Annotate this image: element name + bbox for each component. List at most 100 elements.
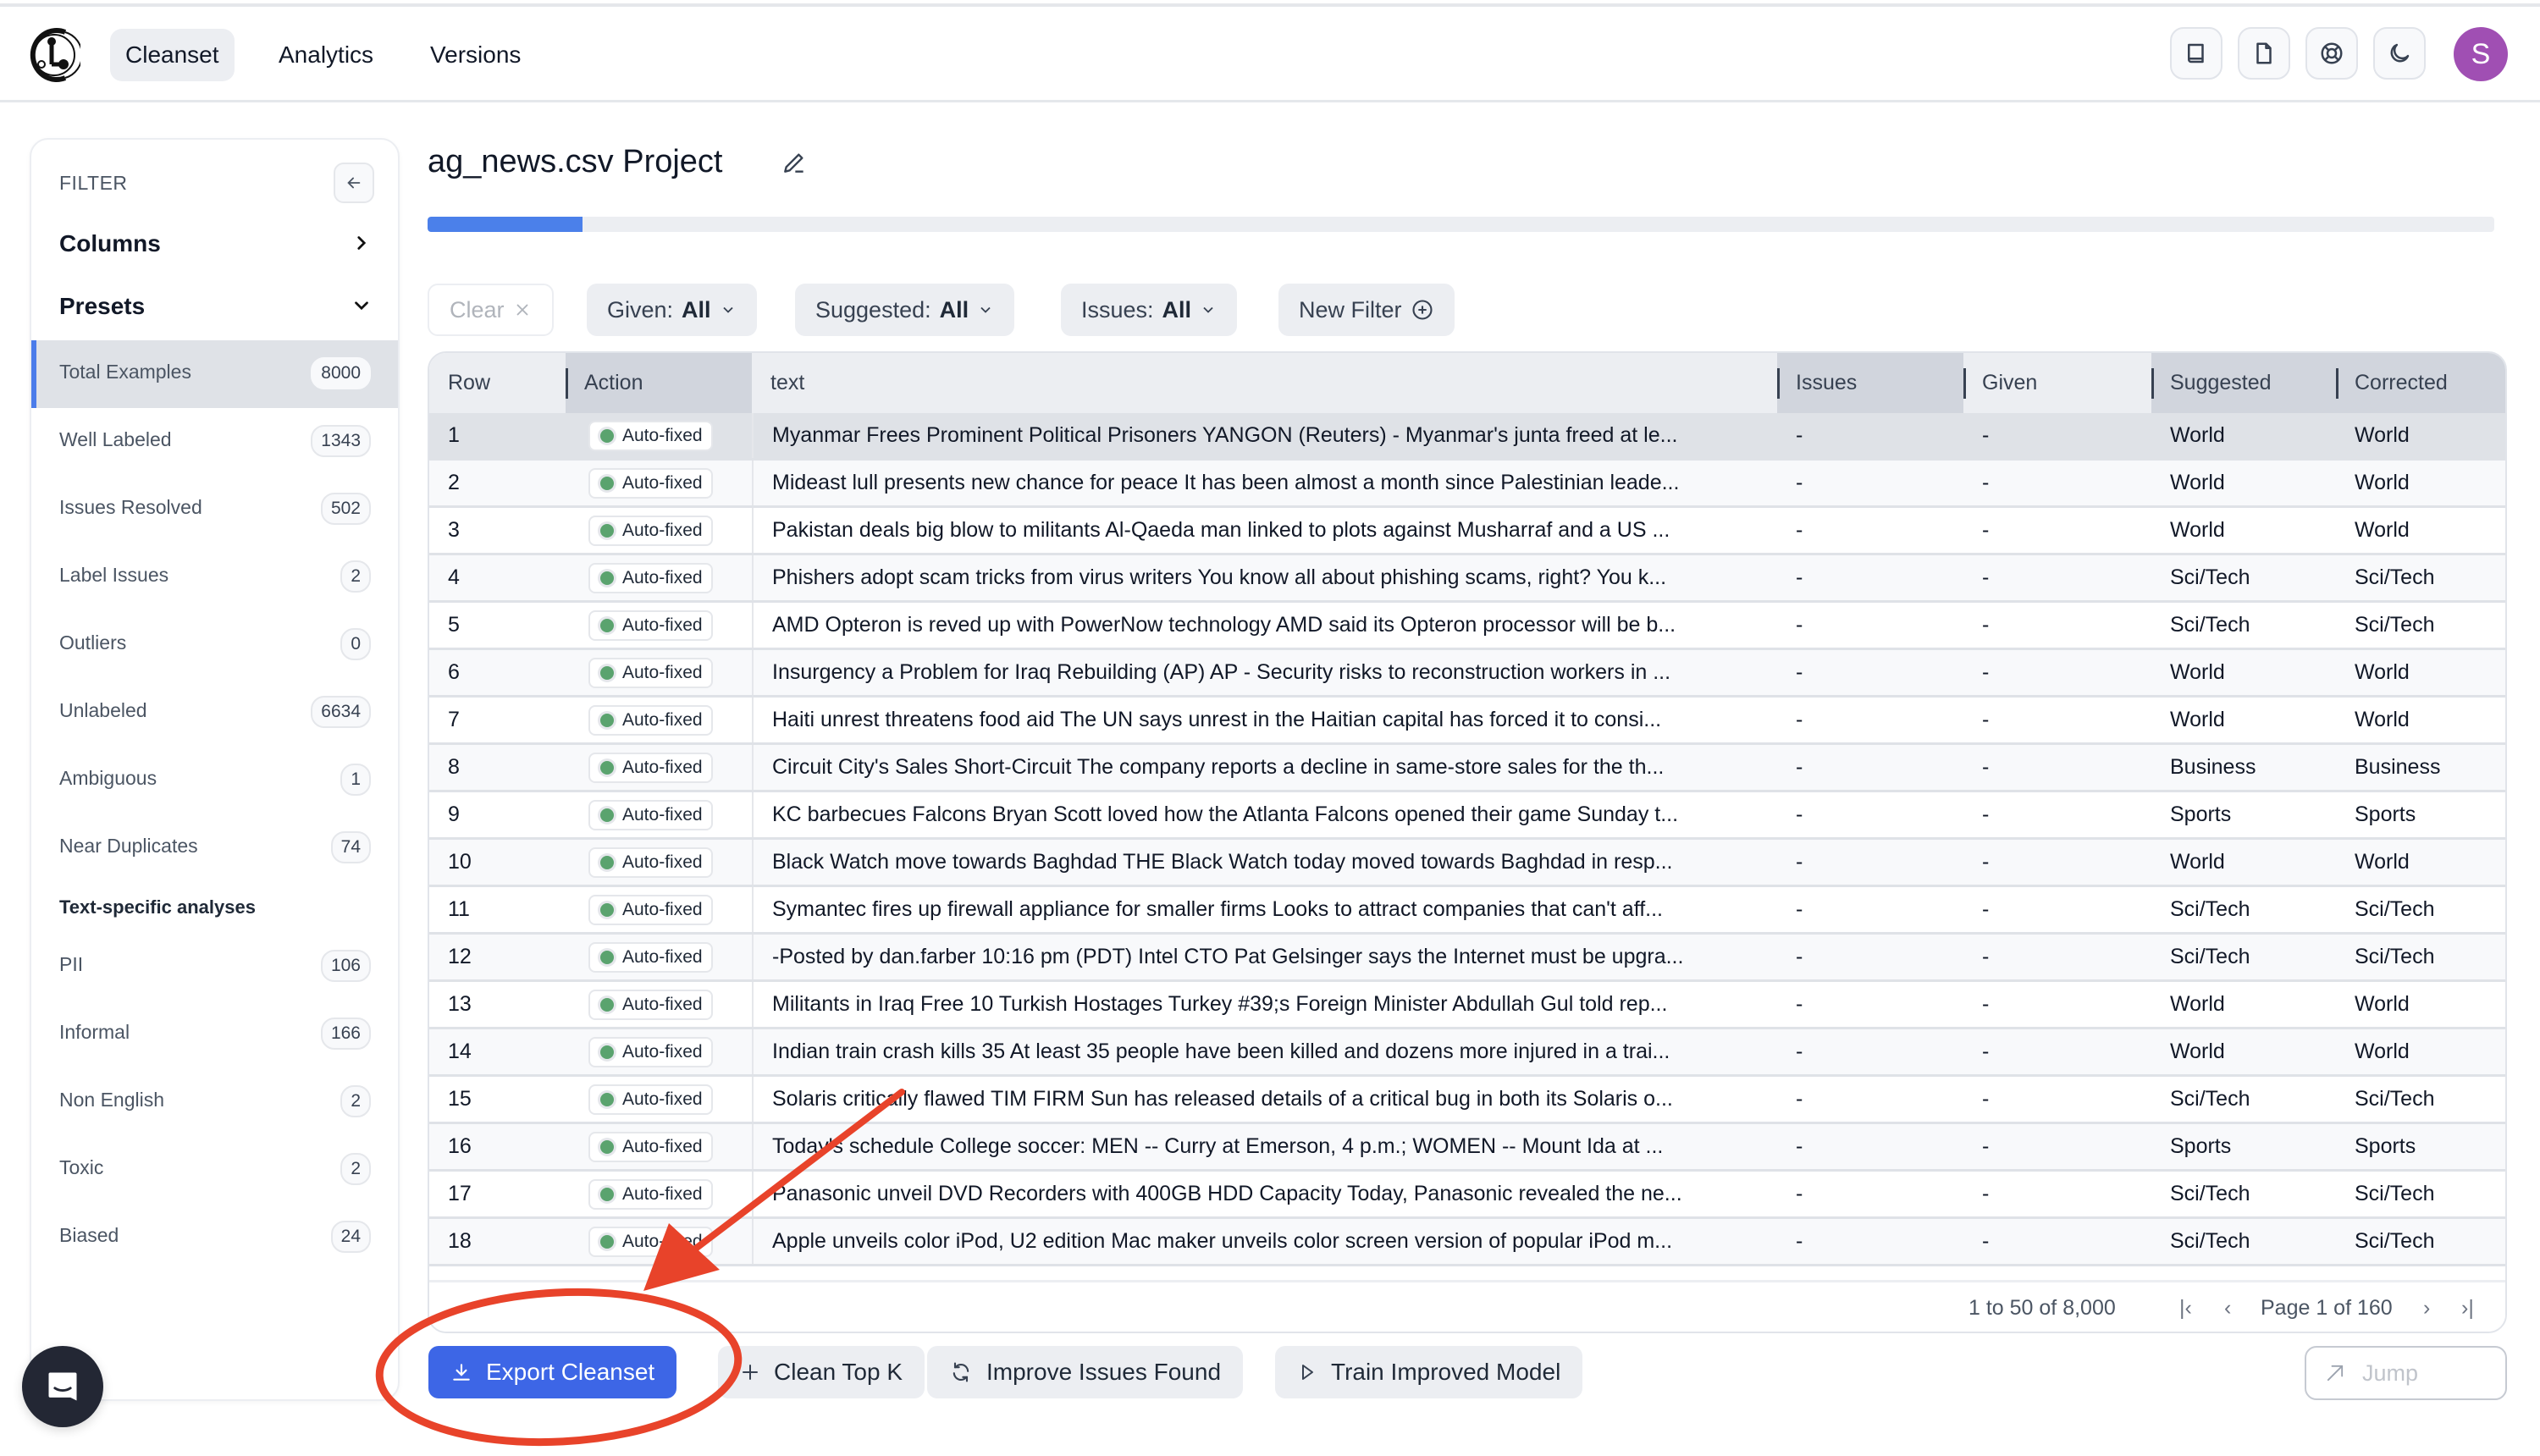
- action-status-badge[interactable]: Auto-fixed: [588, 990, 713, 1020]
- edit-pencil-icon[interactable]: [781, 149, 808, 176]
- presets-section[interactable]: Presets: [59, 293, 373, 320]
- action-status-badge[interactable]: Auto-fixed: [588, 847, 713, 878]
- refresh-icon: [952, 1362, 969, 1382]
- issues-filter-dropdown[interactable]: Issues: All: [1061, 284, 1238, 336]
- table-row[interactable]: 3 Auto-fixed Pakistan deals big blow to mi…: [429, 508, 2505, 555]
- preset-item[interactable]: Ambiguous 1: [31, 747, 398, 814]
- user-avatar[interactable]: S: [2454, 27, 2508, 81]
- cell-corrected: Sports: [2355, 802, 2416, 826]
- table-row[interactable]: 9 Auto-fixed KC barbecues Falcons Bryan Sc…: [429, 792, 2505, 840]
- jump-input-box[interactable]: [2305, 1346, 2507, 1400]
- table-row[interactable]: 8 Auto-fixed Circuit City's Sales Short-Ci…: [429, 745, 2505, 792]
- last-page-icon[interactable]: ›|: [2461, 1296, 2474, 1321]
- action-status-badge[interactable]: Auto-fixed: [588, 1037, 713, 1067]
- jump-input[interactable]: [2362, 1359, 2489, 1387]
- column-header-issues[interactable]: Issues: [1777, 353, 1963, 413]
- tab-analytics[interactable]: Analytics: [263, 29, 389, 81]
- table-row[interactable]: 5 Auto-fixed AMD Opteron is reved up with …: [429, 603, 2505, 650]
- collapse-sidebar-button[interactable]: [334, 163, 374, 203]
- preset-item[interactable]: Issues Resolved 502: [31, 476, 398, 543]
- column-header-row[interactable]: Row: [429, 353, 566, 413]
- action-status-badge[interactable]: Auto-fixed: [588, 705, 713, 736]
- status-dot-icon: [600, 524, 614, 538]
- action-status-badge[interactable]: Auto-fixed: [588, 1132, 713, 1162]
- given-filter-dropdown[interactable]: Given: All: [587, 284, 757, 336]
- cell-suggested: World: [2170, 992, 2225, 1016]
- table-row[interactable]: 13 Auto-fixed Militants in Iraq Free 10 Tu…: [429, 982, 2505, 1029]
- action-status-badge[interactable]: Auto-fixed: [588, 800, 713, 830]
- dark-mode-toggle[interactable]: [2373, 27, 2426, 80]
- action-status-badge[interactable]: Auto-fixed: [588, 421, 713, 451]
- table-row[interactable]: 18 Auto-fixed Apple unveils color iPod, U2…: [429, 1219, 2505, 1266]
- action-status-badge[interactable]: Auto-fixed: [588, 563, 713, 593]
- clean-top-k-button[interactable]: Clean Top K: [718, 1346, 925, 1398]
- export-cleanset-button[interactable]: Export Cleanset: [428, 1346, 677, 1398]
- table-row[interactable]: 12 Auto-fixed -Posted by dan.farber 10:16 …: [429, 935, 2505, 982]
- suggested-filter-dropdown[interactable]: Suggested: All: [795, 284, 1015, 336]
- table-row[interactable]: 6 Auto-fixed Insurgency a Problem for Iraq…: [429, 650, 2505, 698]
- preset-item[interactable]: Outliers 0: [31, 611, 398, 679]
- first-page-icon[interactable]: |‹: [2179, 1296, 2192, 1321]
- preset-item[interactable]: Total Examples 8000: [31, 340, 398, 408]
- preset-item[interactable]: Unlabeled 6634: [31, 679, 398, 747]
- new-filter-button[interactable]: New Filter: [1278, 284, 1455, 336]
- table-row[interactable]: 16 Auto-fixed Today's schedule College soc…: [429, 1124, 2505, 1172]
- action-status-badge[interactable]: Auto-fixed: [588, 658, 713, 688]
- improve-issues-button[interactable]: Improve Issues Found: [927, 1346, 1244, 1398]
- cleanlab-logo-icon[interactable]: [28, 27, 80, 83]
- action-status-badge[interactable]: Auto-fixed: [588, 942, 713, 973]
- text-preset-item[interactable]: Toxic 2: [31, 1136, 398, 1204]
- table-row[interactable]: 15 Auto-fixed Solaris critically flawed TI…: [429, 1077, 2505, 1124]
- table-row[interactable]: 2 Auto-fixed Mideast lull presents new cha…: [429, 461, 2505, 508]
- table-row[interactable]: 14 Auto-fixed Indian train crash kills 35 …: [429, 1029, 2505, 1077]
- preset-count-badge: 8000: [311, 357, 371, 389]
- chat-support-button[interactable]: [22, 1346, 103, 1427]
- prev-page-icon[interactable]: ‹: [2224, 1296, 2231, 1321]
- chevron-down-icon: [722, 306, 733, 313]
- column-header-text[interactable]: text: [752, 353, 1777, 413]
- table-row[interactable]: 17 Auto-fixed Panasonic unveil DVD Recorde…: [429, 1172, 2505, 1219]
- preset-count-badge: 166: [320, 1018, 371, 1050]
- table-row[interactable]: 1 Auto-fixed Myanmar Frees Prominent Polit…: [429, 413, 2505, 461]
- action-label: Auto-fixed: [622, 852, 703, 872]
- preset-item[interactable]: Well Labeled 1343: [31, 408, 398, 476]
- export-cleanset-label: Export Cleanset: [486, 1359, 655, 1385]
- action-status-badge[interactable]: Auto-fixed: [588, 516, 713, 546]
- action-status-badge[interactable]: Auto-fixed: [588, 610, 713, 641]
- table-row[interactable]: 4 Auto-fixed Phishers adopt scam tricks fr…: [429, 555, 2505, 603]
- table-row[interactable]: 11 Auto-fixed Symantec fires up firewall a…: [429, 887, 2505, 935]
- text-preset-item[interactable]: PII 106: [31, 933, 398, 1001]
- cell-action: Auto-fixed: [588, 603, 749, 648]
- action-status-badge[interactable]: Auto-fixed: [588, 468, 713, 499]
- action-status-badge[interactable]: Auto-fixed: [588, 1179, 713, 1210]
- help-button[interactable]: [2305, 27, 2358, 80]
- action-label: Auto-fixed: [622, 1137, 703, 1156]
- text-preset-item[interactable]: Informal 166: [31, 1001, 398, 1068]
- action-status-badge[interactable]: Auto-fixed: [588, 895, 713, 925]
- docs-button[interactable]: [2170, 27, 2222, 80]
- column-header-corrected[interactable]: Corrected: [2336, 353, 2505, 413]
- tab-cleanset[interactable]: Cleanset: [110, 29, 235, 81]
- table-row[interactable]: 10 Auto-fixed Black Watch move towards Bag…: [429, 840, 2505, 887]
- action-status-badge[interactable]: Auto-fixed: [588, 753, 713, 783]
- text-preset-item[interactable]: Biased 24: [31, 1204, 398, 1271]
- column-header-given[interactable]: Given: [1963, 353, 2151, 413]
- train-improved-model-button[interactable]: Train Improved Model: [1275, 1346, 1583, 1398]
- table-row[interactable]: 7 Auto-fixed Haiti unrest threatens food a…: [429, 698, 2505, 745]
- cell-action: Auto-fixed: [588, 887, 749, 932]
- action-status-badge[interactable]: Auto-fixed: [588, 1227, 713, 1257]
- column-header-action[interactable]: Action: [566, 353, 752, 413]
- text-preset-item[interactable]: Non English 2: [31, 1068, 398, 1136]
- clear-filters-button[interactable]: Clear: [428, 284, 554, 336]
- cell-issues: -: [1796, 1134, 1803, 1158]
- action-status-badge[interactable]: Auto-fixed: [588, 1084, 713, 1115]
- columns-section[interactable]: Columns: [59, 230, 373, 257]
- tab-versions[interactable]: Versions: [415, 29, 536, 81]
- preset-item[interactable]: Near Duplicates 74: [31, 814, 398, 882]
- file-button[interactable]: [2238, 27, 2290, 80]
- column-header-suggested[interactable]: Suggested: [2151, 353, 2336, 413]
- preset-item[interactable]: Label Issues 2: [31, 543, 398, 611]
- cell-suggested: Sports: [2170, 802, 2232, 826]
- cell-row-number: 13: [448, 992, 472, 1016]
- next-page-icon[interactable]: ›: [2423, 1296, 2430, 1321]
